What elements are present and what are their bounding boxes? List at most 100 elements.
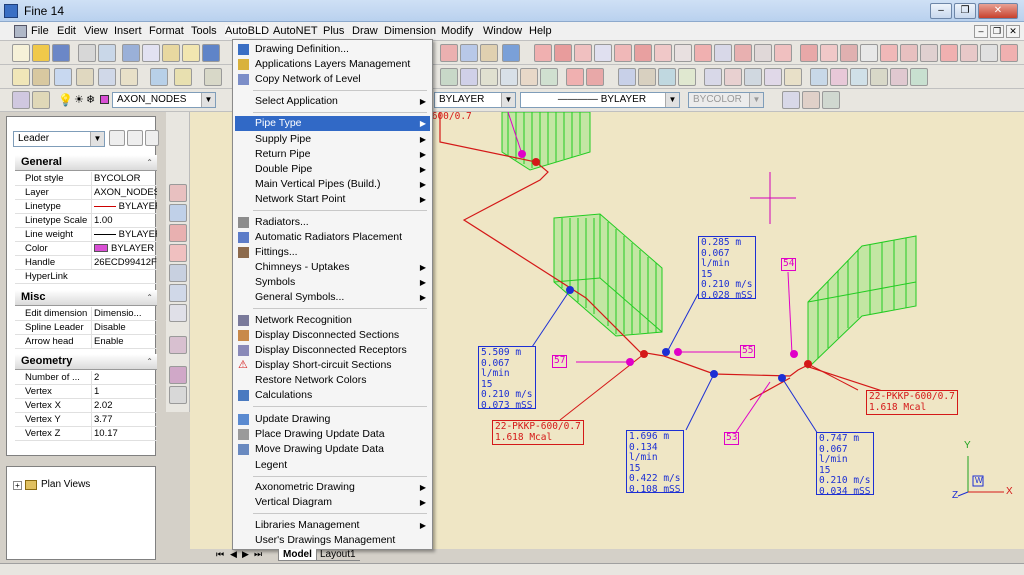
- mirror-icon[interactable]: [840, 44, 858, 62]
- quick-select-icon[interactable]: [145, 130, 159, 146]
- toggle-pickadd-icon[interactable]: [109, 130, 125, 146]
- ellipse-icon[interactable]: [674, 44, 692, 62]
- document-icon[interactable]: [14, 25, 27, 38]
- collapse-icon[interactable]: ⌃: [146, 354, 153, 369]
- menu-help[interactable]: Help: [529, 25, 552, 37]
- menu-item-drawing-definition[interactable]: Drawing Definition...: [235, 42, 430, 57]
- menu-item-automatic-radiators[interactable]: Automatic Radiators Placement: [235, 230, 430, 245]
- menu-item-disconnected-sections[interactable]: Display Disconnected Sections: [235, 328, 430, 343]
- tool-icon[interactable]: [169, 304, 187, 322]
- tool-icon[interactable]: [586, 68, 604, 86]
- menu-item-network-start-point[interactable]: Network Start Point ▶: [235, 192, 430, 207]
- calc-box-3[interactable]: 1.696 m 0.134 l/min 15 0.422 m/s 0.108 m…: [626, 430, 684, 495]
- property-row[interactable]: Vertex 1: [15, 385, 157, 399]
- menu-file[interactable]: File: [31, 25, 49, 37]
- menu-item-libraries[interactable]: Libraries Management ▶: [235, 518, 430, 533]
- menu-item-network-recognition[interactable]: Network Recognition: [235, 313, 430, 328]
- tool-icon[interactable]: [169, 224, 187, 242]
- tool-icon[interactable]: [169, 264, 187, 282]
- array-icon[interactable]: [880, 44, 898, 62]
- menu-item-supply-pipe[interactable]: Supply Pipe ▶: [235, 132, 430, 147]
- node-tag-55[interactable]: 55: [740, 345, 756, 358]
- freeze-icon[interactable]: ❄: [86, 93, 95, 106]
- last-tab-icon[interactable]: ⏭: [254, 549, 262, 560]
- tool-icon[interactable]: [764, 68, 782, 86]
- menu-item-update-drawing[interactable]: Update Drawing: [235, 412, 430, 427]
- copy-icon[interactable]: [142, 44, 160, 62]
- menu-item-place-update[interactable]: Place Drawing Update Data: [235, 427, 430, 442]
- node-tag-57[interactable]: 57: [552, 355, 568, 368]
- menu-format[interactable]: Format: [149, 25, 184, 37]
- menu-insert[interactable]: Insert: [114, 25, 142, 37]
- menu-item-return-pipe[interactable]: Return Pipe ▶: [235, 147, 430, 162]
- tool-icon[interactable]: [724, 68, 742, 86]
- menu-item-restore-colors[interactable]: Restore Network Colors: [235, 373, 430, 388]
- linetype-combo[interactable]: BYLAYER ▼: [434, 92, 516, 108]
- section-geometry-header[interactable]: Geometry ⌃: [15, 354, 157, 370]
- tool-icon[interactable]: [822, 91, 840, 109]
- circle-icon[interactable]: [634, 44, 652, 62]
- property-row[interactable]: Handle 26ECD99412FFE: [15, 256, 157, 270]
- tool-icon[interactable]: [169, 184, 187, 202]
- lineweight-combo[interactable]: ———— BYLAYER ▼: [520, 92, 680, 108]
- property-row[interactable]: Spline Leader Disable: [15, 321, 157, 335]
- tool-icon[interactable]: [618, 68, 636, 86]
- rotate-icon[interactable]: [920, 44, 938, 62]
- menu-view[interactable]: View: [84, 25, 108, 37]
- tool-icon[interactable]: [566, 68, 584, 86]
- lightbulb-icon[interactable]: 💡: [58, 93, 73, 107]
- tool-icon[interactable]: [169, 244, 187, 262]
- property-row[interactable]: Linetype BYLAYER: [15, 200, 157, 214]
- layer-manager-icon[interactable]: [12, 91, 30, 109]
- new-icon[interactable]: [12, 44, 30, 62]
- move-icon[interactable]: [900, 44, 918, 62]
- undo-icon[interactable]: [202, 44, 220, 62]
- menu-item-fittings[interactable]: Fittings...: [235, 245, 430, 260]
- tool-icon[interactable]: [174, 68, 192, 86]
- layer-previous-icon[interactable]: [32, 91, 50, 109]
- node-tag-54[interactable]: 54: [781, 258, 797, 271]
- expand-icon[interactable]: +: [13, 481, 22, 490]
- trim-icon[interactable]: [980, 44, 998, 62]
- tool-icon[interactable]: [638, 68, 656, 86]
- tool-icon[interactable]: [169, 386, 187, 404]
- property-row[interactable]: Vertex Z 10.17: [15, 427, 157, 441]
- menu-item-main-vertical-pipes[interactable]: Main Vertical Pipes (Build.) ▶: [235, 177, 430, 192]
- menu-autobld[interactable]: AutoBLD: [225, 25, 270, 37]
- arc-icon[interactable]: [574, 44, 592, 62]
- tool-icon[interactable]: [98, 68, 116, 86]
- menu-plus[interactable]: Plus: [323, 25, 344, 37]
- menu-item-applications-layers[interactable]: Applications Layers Management: [235, 57, 430, 72]
- next-tab-icon[interactable]: ▶: [242, 549, 249, 560]
- tool-icon[interactable]: [169, 284, 187, 302]
- preview-icon[interactable]: [98, 44, 116, 62]
- menu-dimension[interactable]: Dimension: [384, 25, 436, 37]
- property-row[interactable]: Line weight BYLAYER: [15, 228, 157, 242]
- doc-restore-button[interactable]: ❐: [990, 25, 1004, 38]
- tool-icon[interactable]: [54, 68, 72, 86]
- tool-icon[interactable]: [169, 336, 187, 354]
- block-icon[interactable]: [694, 44, 712, 62]
- tool-icon[interactable]: [440, 68, 458, 86]
- open-icon[interactable]: [32, 44, 50, 62]
- menu-item-vertical-diagram[interactable]: Vertical Diagram ▶: [235, 495, 430, 510]
- tool-icon[interactable]: [830, 68, 848, 86]
- menu-item-double-pipe[interactable]: Double Pipe ▶: [235, 162, 430, 177]
- help-icon[interactable]: [502, 44, 520, 62]
- select-objects-icon[interactable]: [127, 130, 143, 146]
- menu-item-select-application[interactable]: Select Application ▶: [235, 94, 430, 109]
- minimize-button[interactable]: –: [930, 3, 952, 19]
- menu-item-axonometric[interactable]: Axonometric Drawing ▶: [235, 480, 430, 495]
- save-icon[interactable]: [52, 44, 70, 62]
- match-properties-icon[interactable]: [182, 44, 200, 62]
- extend-icon[interactable]: [1000, 44, 1018, 62]
- region-icon[interactable]: [754, 44, 772, 62]
- tool-icon[interactable]: [678, 68, 696, 86]
- tool-icon[interactable]: [744, 68, 762, 86]
- menu-item-general-symbols[interactable]: General Symbols... ▶: [235, 290, 430, 305]
- tool-icon[interactable]: [890, 68, 908, 86]
- calc-box-2[interactable]: 5.509 m 0.067 l/min 15 0.210 m/s 0.073 m…: [478, 346, 536, 411]
- offset-icon[interactable]: [860, 44, 878, 62]
- tab-layout1[interactable]: Layout1: [316, 549, 360, 561]
- menu-item-short-circuit[interactable]: ⚠ Display Short-circuit Sections: [235, 358, 430, 373]
